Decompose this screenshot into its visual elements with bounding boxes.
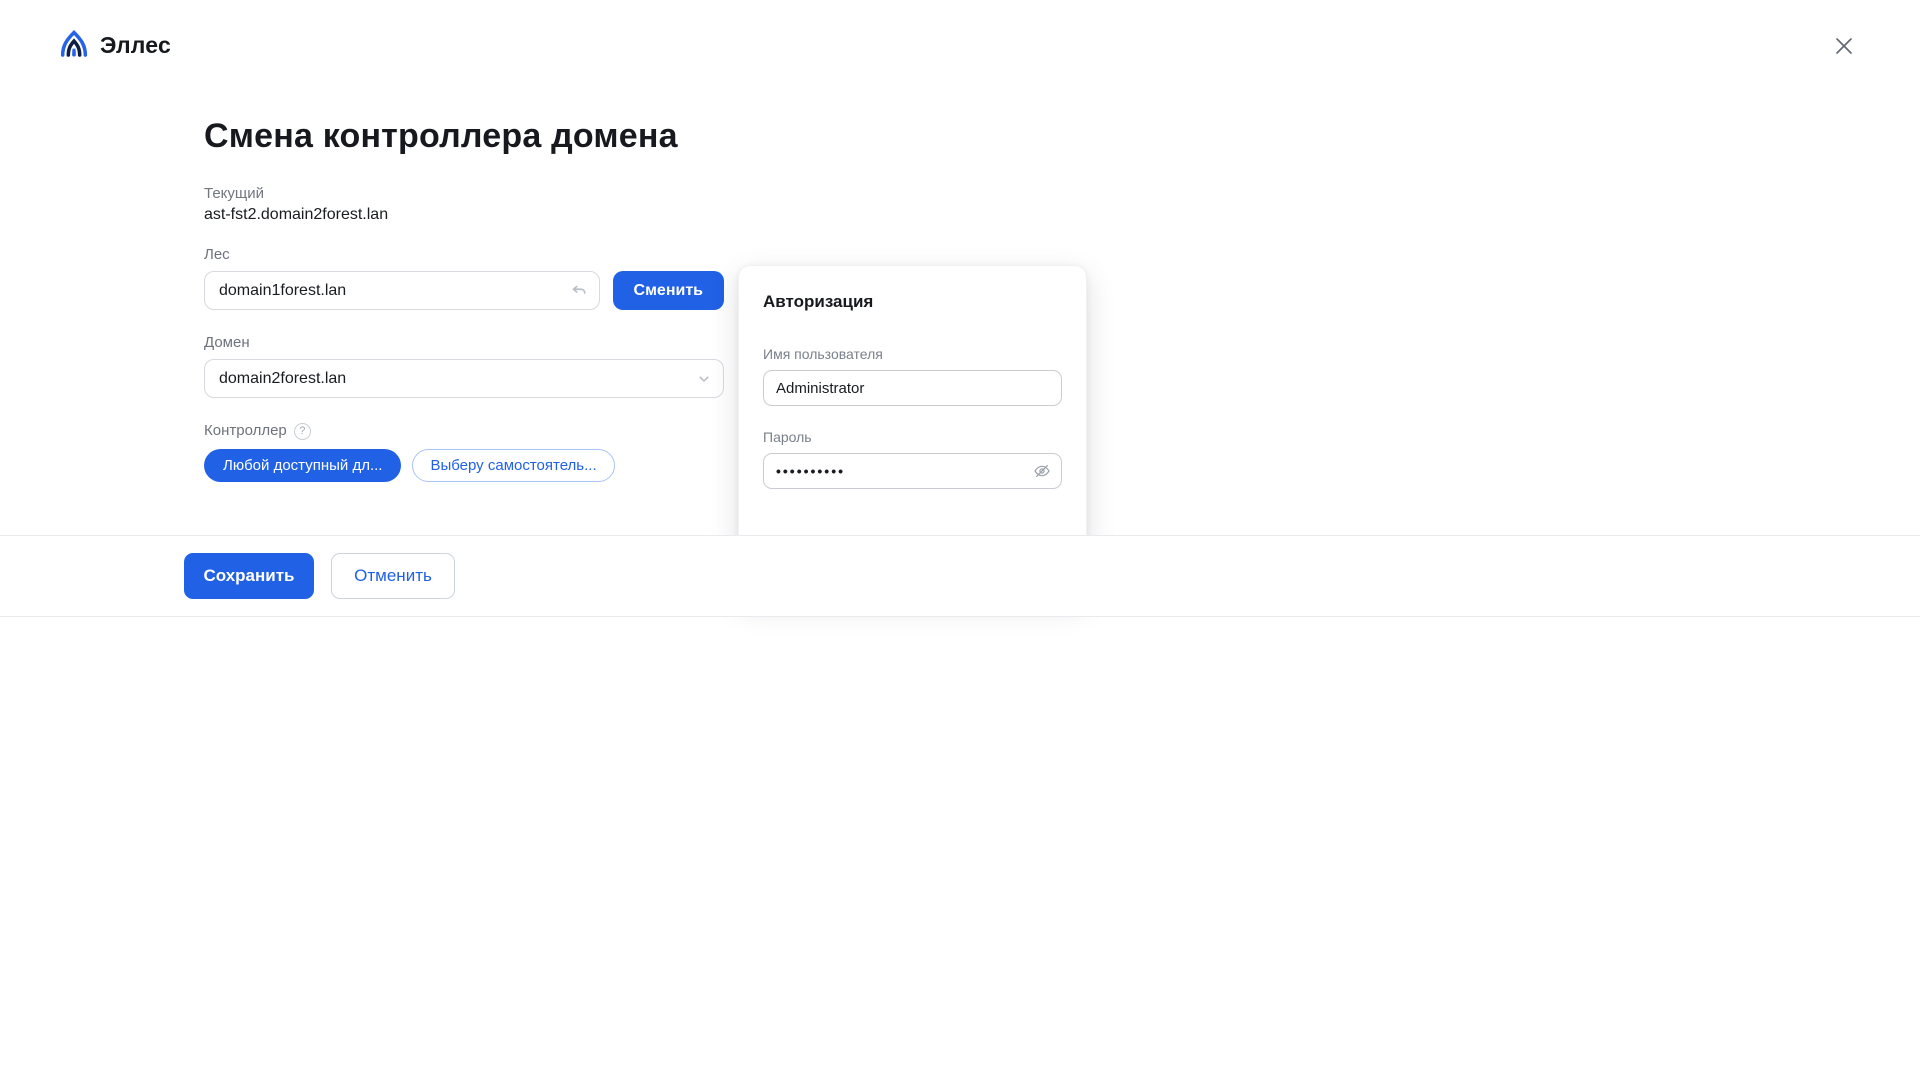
auth-popover-title: Авторизация bbox=[763, 292, 1062, 312]
domain-select-wrap: domain2forest.lan bbox=[204, 359, 724, 398]
forest-input[interactable] bbox=[204, 271, 600, 310]
brand-logo: Эллес bbox=[57, 26, 171, 65]
save-button[interactable]: Сохранить bbox=[184, 553, 314, 599]
brand-name: Эллес bbox=[100, 32, 171, 59]
chevron-down-icon bbox=[696, 371, 712, 392]
domain-select[interactable]: domain2forest.lan bbox=[204, 359, 724, 398]
current-dc-label: Текущий bbox=[204, 184, 724, 203]
controller-options: Любой доступный дл... Выберу самостоятел… bbox=[204, 449, 724, 482]
main-content: Смена контроллера домена Текущий ast-fst… bbox=[204, 116, 724, 482]
help-icon[interactable]: ? bbox=[294, 423, 311, 440]
password-label: Пароль bbox=[763, 429, 1062, 445]
footer-action-bar: Сохранить Отменить bbox=[0, 535, 1920, 617]
forest-row: Сменить bbox=[204, 271, 724, 310]
controller-label: Контроллер bbox=[204, 422, 287, 440]
password-input-wrap bbox=[763, 453, 1062, 489]
footer-buttons: Сохранить Отменить bbox=[184, 553, 455, 599]
domain-select-value: domain2forest.lan bbox=[219, 370, 346, 388]
username-label: Имя пользователя bbox=[763, 346, 1062, 362]
undo-icon[interactable] bbox=[568, 280, 589, 306]
page-title: Смена контроллера домена bbox=[204, 116, 724, 157]
elles-logo-icon bbox=[57, 26, 91, 65]
controller-option-any[interactable]: Любой доступный дл... bbox=[204, 449, 401, 482]
controller-label-row: Контроллер ? bbox=[204, 422, 724, 440]
forest-label: Лес bbox=[204, 246, 724, 264]
close-icon bbox=[1829, 31, 1859, 64]
controller-option-manual[interactable]: Выберу самостоятель... bbox=[412, 449, 614, 482]
username-input[interactable] bbox=[763, 370, 1062, 406]
eye-off-icon[interactable] bbox=[1032, 461, 1052, 486]
change-forest-button[interactable]: Сменить bbox=[613, 271, 724, 310]
page: Эллес Смена контроллера домена Текущий a… bbox=[0, 0, 1920, 1080]
forest-input-wrap bbox=[204, 271, 600, 310]
current-dc-value: ast-fst2.domain2forest.lan bbox=[204, 205, 724, 225]
cancel-button[interactable]: Отменить bbox=[331, 553, 455, 599]
close-button[interactable] bbox=[1824, 27, 1864, 67]
password-input[interactable] bbox=[763, 453, 1062, 489]
domain-label: Домен bbox=[204, 334, 724, 352]
